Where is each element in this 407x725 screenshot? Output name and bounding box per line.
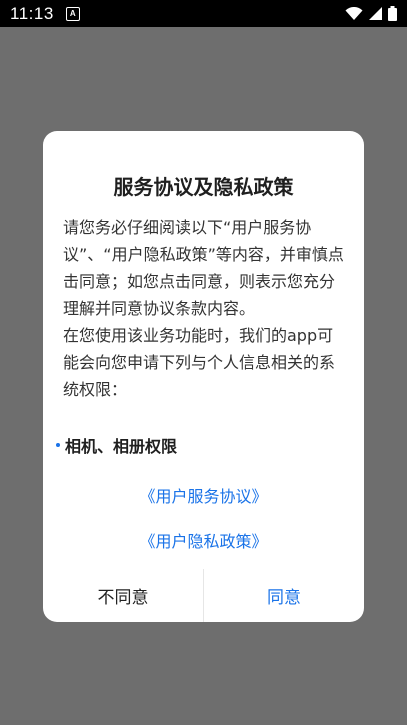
agreement-paragraph: 请您务必仔细阅读以下“用户服务协议”、“用户隐私政策”等内容，并审慎点击同意；如… <box>63 218 344 318</box>
wifi-icon <box>345 6 363 20</box>
agree-button[interactable]: 同意 <box>204 569 364 622</box>
dialog-title: 服务协议及隐私政策 <box>113 175 294 199</box>
signal-icon <box>369 7 382 20</box>
permission-item: 相机、相册权限 <box>56 433 177 457</box>
battery-icon <box>388 6 397 21</box>
service-agreement-link[interactable]: 《用户服务协议》 <box>43 483 364 507</box>
permission-paragraph: 在您使用该业务功能时，我们的app可能会向您申请下列与个人信息相关的系统权限： <box>63 326 336 399</box>
status-time: 11:13 <box>10 3 54 23</box>
notification-a-icon: A <box>65 6 80 21</box>
dialog-body: 请您务必仔细阅读以下“用户服务协议”、“用户隐私政策”等内容，并审慎点击同意；如… <box>63 214 346 403</box>
status-bar: 11:13 A <box>0 0 407 27</box>
privacy-dialog: 服务协议及隐私政策 请您务必仔细阅读以下“用户服务协议”、“用户隐私政策”等内容… <box>43 131 364 622</box>
bullet-icon <box>56 443 60 447</box>
privacy-policy-link[interactable]: 《用户隐私政策》 <box>43 528 364 552</box>
disagree-button[interactable]: 不同意 <box>43 569 203 622</box>
permission-item-label: 相机、相册权限 <box>65 437 178 456</box>
dialog-buttons: 不同意 同意 <box>43 569 364 622</box>
